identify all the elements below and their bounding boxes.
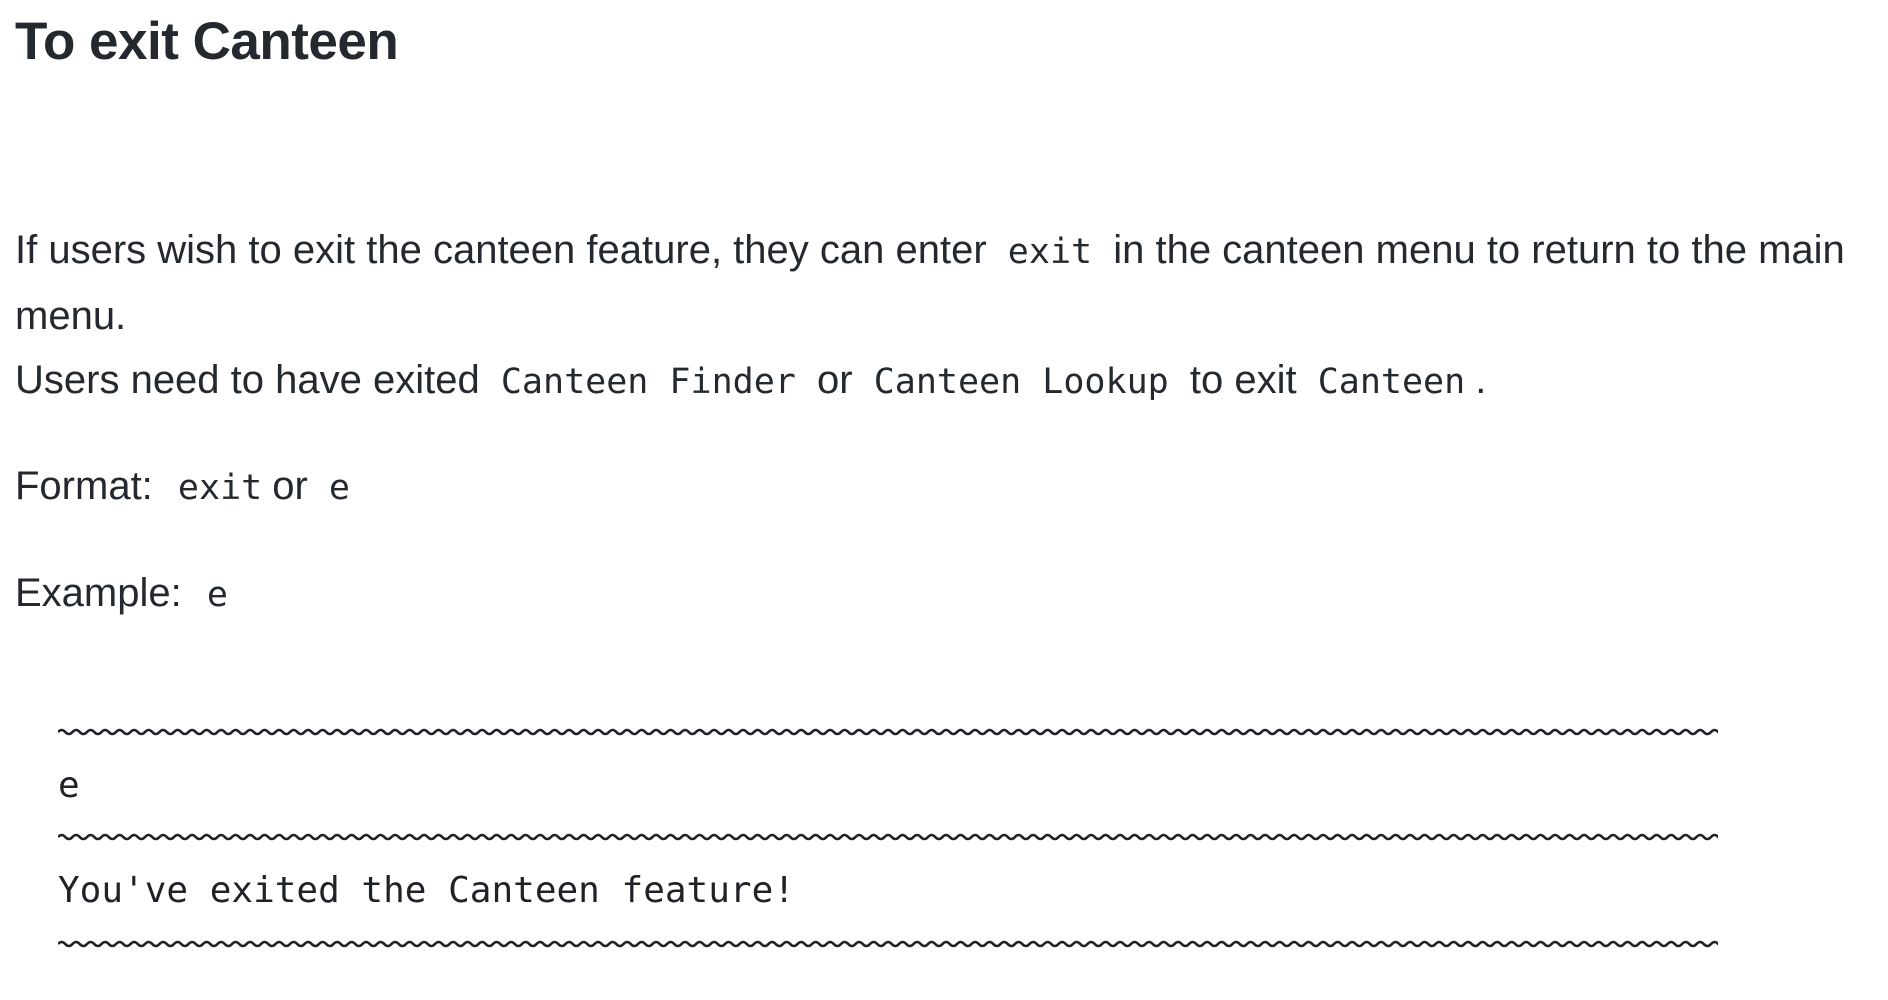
separator-wave-top (58, 728, 1718, 736)
format-exit-code: exit (177, 468, 263, 508)
example-code: e (206, 575, 228, 615)
canteen-lookup-code: Canteen Lookup (873, 362, 1169, 402)
format-or-text: or (272, 464, 308, 508)
section-heading: To exit Canteen (15, 12, 399, 71)
format-e-code: e (328, 468, 350, 508)
example-line: Example: e (15, 561, 238, 627)
intro-text-5: to exit (1189, 358, 1297, 402)
format-line: Format: exit or e (15, 454, 360, 520)
intro-text-4: or (817, 358, 853, 402)
canteen-finder-code: Canteen Finder (500, 362, 796, 402)
terminal-output-line: You've exited the Canteen feature! (58, 870, 795, 911)
intro-text-6: . (1475, 358, 1487, 402)
separator-wave-bottom (58, 940, 1718, 948)
document-page: To exit Canteen If users wish to exit th… (0, 0, 1888, 1000)
example-label: Example: (15, 571, 182, 615)
canteen-code: Canteen (1317, 362, 1466, 402)
intro-paragraph: If users wish to exit the canteen featur… (15, 218, 1875, 414)
terminal-input-line: e (58, 765, 80, 806)
separator-wave-middle (58, 833, 1718, 841)
exit-command-code: exit (1007, 232, 1093, 272)
format-label: Format: (15, 464, 153, 508)
intro-text-1: If users wish to exit the canteen featur… (15, 228, 987, 272)
intro-text-3: Users need to have exited (15, 358, 480, 402)
